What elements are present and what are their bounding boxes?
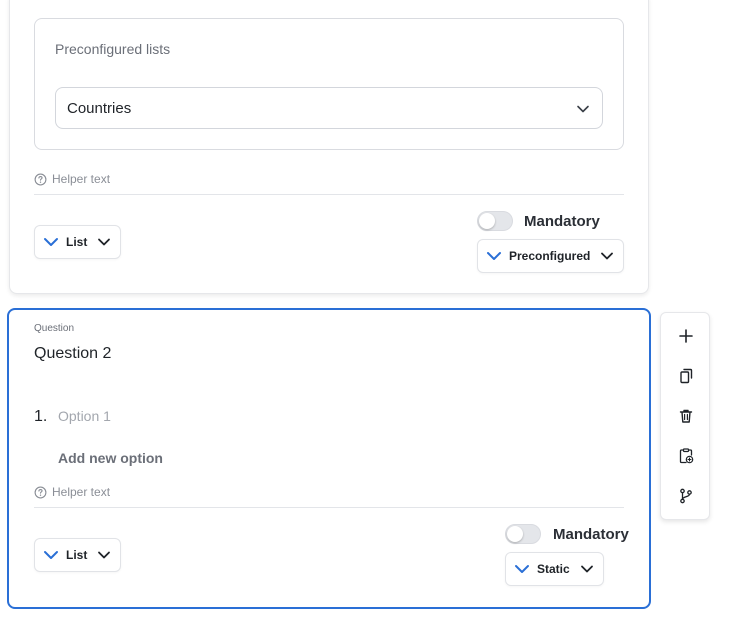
- toggle-knob: [507, 526, 523, 542]
- mandatory-toggle[interactable]: [505, 524, 541, 544]
- chevron-down-icon: [601, 252, 614, 260]
- mandatory-label: Mandatory: [524, 213, 600, 230]
- list-source-dropdown[interactable]: Static: [505, 552, 604, 586]
- duplicate-question-button[interactable]: [661, 359, 711, 393]
- option-input[interactable]: Option 1: [58, 408, 111, 424]
- chevron-down-icon: [580, 565, 593, 573]
- list-source-label: Static: [537, 562, 570, 576]
- chevron-down-icon: [515, 565, 529, 573]
- question-toolbar: [660, 312, 710, 520]
- question-type-label: List: [66, 548, 88, 562]
- option-number: 1.: [34, 408, 48, 425]
- chevron-down-icon: [44, 551, 58, 559]
- plus-icon: [679, 329, 693, 343]
- preconfigured-lists-label: Preconfigured lists: [55, 41, 171, 57]
- helper-text-label: Helper text: [52, 172, 111, 186]
- chevron-down-icon: [44, 238, 58, 246]
- import-icon: [679, 448, 694, 464]
- trash-icon: [679, 409, 693, 423]
- chevron-down-icon: [487, 252, 501, 260]
- helper-text: Helper text: [34, 485, 110, 499]
- question-title-input[interactable]: Question 2: [34, 345, 111, 363]
- toggle-knob: [479, 213, 495, 229]
- help-circle-icon: [34, 173, 47, 185]
- chevron-down-icon: [98, 238, 111, 246]
- delete-question-button[interactable]: [661, 399, 711, 433]
- preconfigured-lists-box: Preconfigured lists Countries: [34, 18, 624, 150]
- question-type-dropdown[interactable]: List: [34, 538, 122, 572]
- import-question-button[interactable]: [661, 439, 711, 473]
- helper-text-label: Helper text: [52, 485, 111, 499]
- question-type-dropdown[interactable]: List: [34, 225, 122, 259]
- preconfigured-list-select[interactable]: Countries: [55, 87, 603, 129]
- chevron-down-icon: [98, 551, 111, 559]
- question-type-label: List: [66, 235, 88, 249]
- chevron-down-icon: [577, 105, 589, 113]
- question-caption: Question: [34, 323, 75, 334]
- branch-logic-button[interactable]: [661, 479, 711, 513]
- duplicate-icon: [680, 368, 693, 384]
- helper-text: Helper text: [34, 172, 110, 186]
- add-new-option-button[interactable]: Add new option: [58, 450, 163, 466]
- help-circle-icon: [34, 486, 47, 498]
- list-source-dropdown[interactable]: Preconfigured: [477, 239, 625, 273]
- mandatory-toggle[interactable]: [477, 211, 513, 231]
- preconfigured-list-value: Countries: [67, 100, 132, 117]
- branch-icon: [680, 488, 692, 504]
- add-question-button[interactable]: [661, 319, 711, 353]
- divider: [34, 194, 624, 195]
- list-source-label: Preconfigured: [509, 249, 591, 263]
- mandatory-label: Mandatory: [553, 526, 629, 543]
- divider: [34, 507, 624, 508]
